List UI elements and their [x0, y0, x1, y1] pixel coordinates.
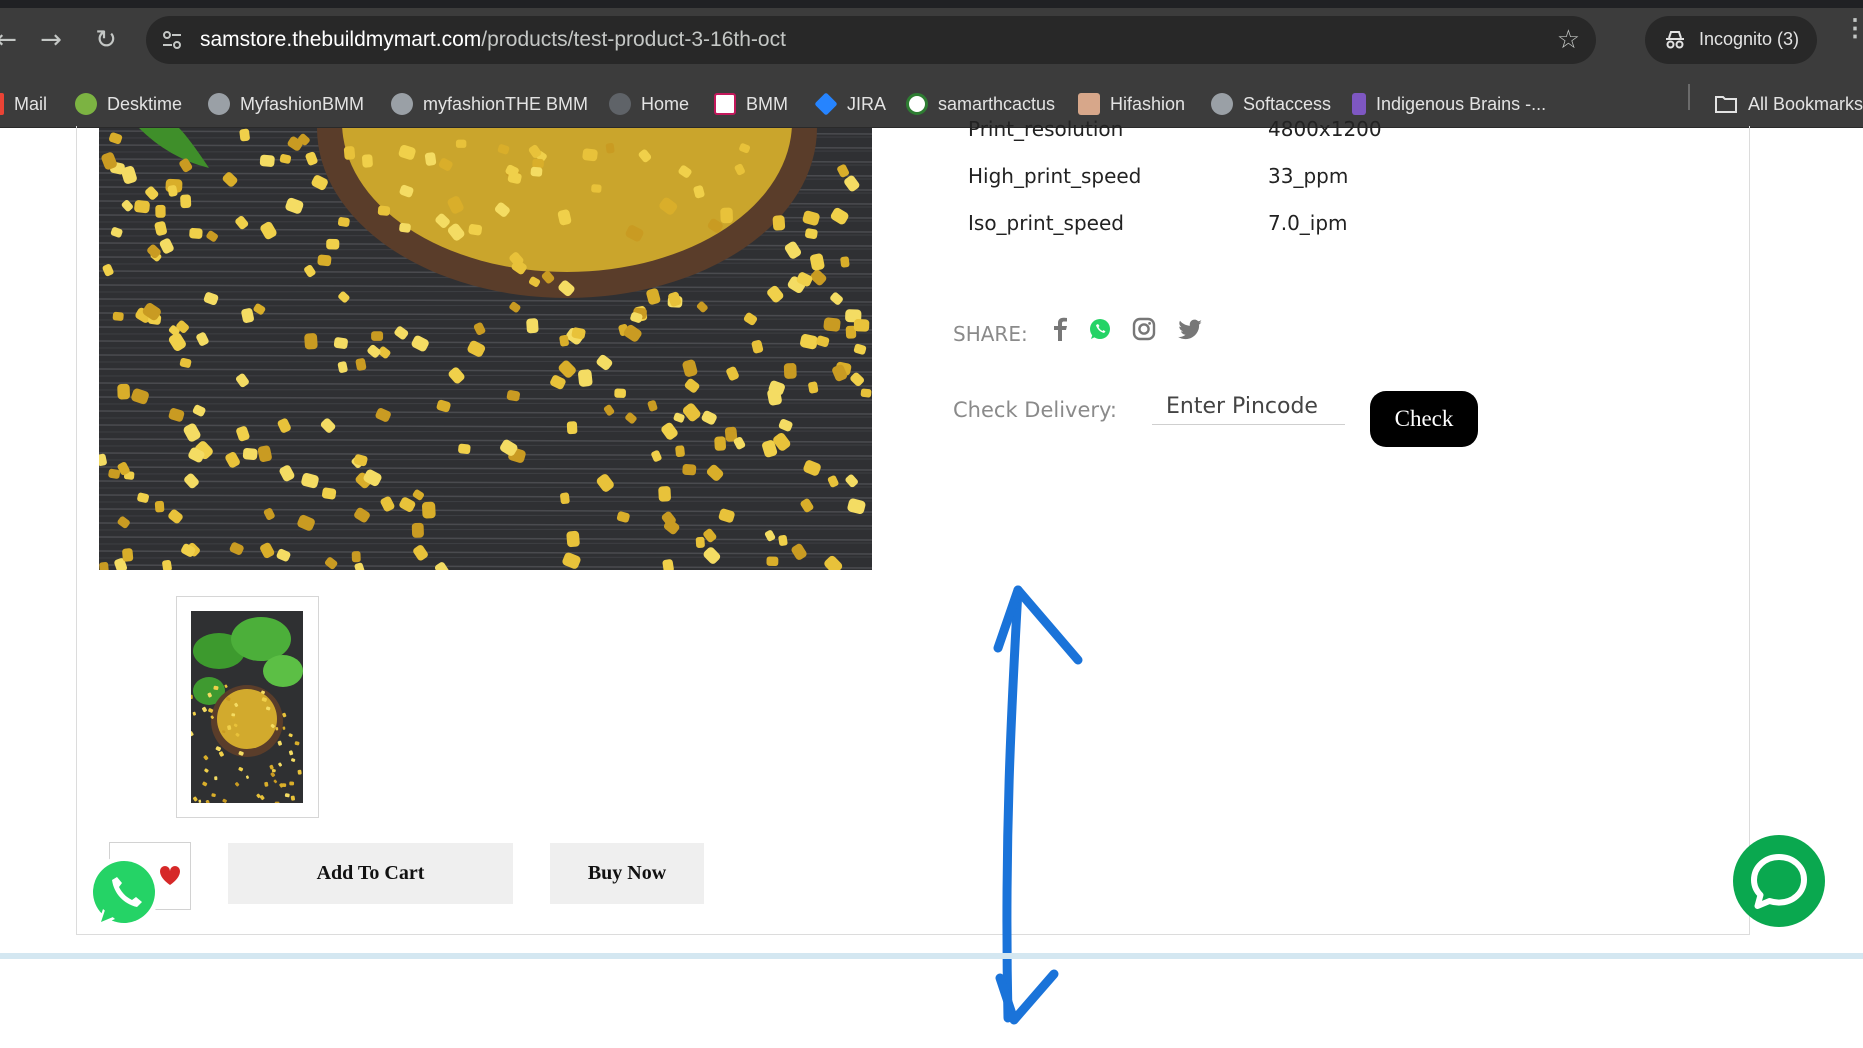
all-bookmarks-label: All Bookmarks	[1748, 93, 1863, 114]
desktime-icon	[75, 93, 97, 115]
bookmark-mail[interactable]: Mail	[0, 90, 47, 118]
live-chat-button[interactable]	[1733, 835, 1825, 927]
forward-arrow-icon[interactable]: →	[33, 22, 69, 58]
bookmark-label: Mail	[14, 93, 48, 114]
bookmark-desktime[interactable]: Desktime	[75, 90, 182, 118]
annotation-arrow	[993, 585, 1083, 1025]
site-settings-icon[interactable]	[160, 28, 184, 52]
incognito-label: Incognito (3)	[1699, 29, 1800, 49]
bookmark-softaccess[interactable]: Softaccess	[1211, 90, 1331, 118]
spec-key: Iso_print_speed	[968, 211, 1124, 235]
all-bookmarks[interactable]: All Bookmarks	[1714, 90, 1863, 118]
window-bottom-edge	[0, 953, 1863, 959]
bookmark-samarthcactus[interactable]: samarthcactus	[906, 90, 1055, 118]
bookmark-label: JIRA	[847, 93, 887, 114]
check-delivery-label: Check Delivery:	[953, 398, 1117, 422]
browser-toolbar: ← → ↻ samstore.thebuildmymart.com/produc…	[0, 0, 1863, 80]
tab-strip	[0, 0, 1863, 8]
spec-value: 4800x1200	[1268, 117, 1382, 141]
bookmark-label: samarthcactus	[938, 93, 1056, 114]
bookmark-indigenous-brains[interactable]: Indigenous Brains -...	[1352, 90, 1546, 118]
product-page: Print_resolution 4800x1200 High_print_sp…	[0, 117, 1863, 1025]
instagram-icon[interactable]	[1130, 315, 1158, 343]
spec-key: High_print_speed	[968, 164, 1142, 188]
whatsapp-float-button[interactable]	[83, 853, 165, 935]
share-label: SHARE:	[953, 322, 1028, 346]
globe-icon	[1211, 93, 1233, 115]
bookmark-label: Indigenous Brains -...	[1376, 93, 1547, 114]
browser-menu-icon[interactable]: ⋮	[1843, 17, 1863, 41]
thumbnail-image	[191, 611, 303, 803]
spec-key: Print_resolution	[968, 117, 1124, 141]
spec-value: 7.0_ipm	[1268, 211, 1348, 235]
bookmark-home[interactable]: Home	[609, 90, 689, 118]
spec-value: 33_ppm	[1268, 164, 1349, 188]
twitter-icon[interactable]	[1176, 315, 1204, 343]
mail-icon	[0, 93, 4, 115]
bookmark-hifashion[interactable]: Hifashion	[1078, 90, 1185, 118]
indigenous-brains-icon	[1352, 93, 1366, 115]
globe-icon	[208, 93, 230, 115]
incognito-indicator[interactable]: Incognito (3)	[1645, 16, 1817, 64]
url-path: /products/test-product-3-16th-oct	[481, 28, 786, 51]
chat-bubble-icon	[1751, 854, 1807, 909]
bookmark-label: Home	[641, 93, 690, 114]
bmm-icon	[714, 93, 736, 115]
bookmark-myfashionthebmm[interactable]: myfashionTHE BMM	[391, 90, 588, 118]
bookmark-label: BMM	[746, 93, 788, 114]
bookmark-label: Softaccess	[1243, 93, 1332, 114]
bookmark-label: MyfashionBMM	[240, 93, 365, 114]
url-host: samstore.thebuildmymart.com	[200, 28, 482, 51]
folder-icon	[1715, 96, 1737, 113]
bookmark-label: Desktime	[107, 93, 183, 114]
bookmark-label: Hifashion	[1110, 93, 1186, 114]
bookmark-myfashionbmm[interactable]: MyfashionBMM	[208, 90, 364, 118]
globe-icon	[609, 93, 631, 115]
bookmark-jira[interactable]: JIRA	[814, 90, 887, 118]
cactus-icon	[906, 93, 928, 115]
add-to-cart-button[interactable]: Add To Cart	[228, 843, 513, 904]
bookmark-bmm[interactable]: BMM	[714, 90, 788, 118]
incognito-icon	[1666, 31, 1684, 49]
whatsapp-icon	[88, 856, 160, 928]
bookmarks-divider	[1688, 84, 1690, 110]
facebook-icon[interactable]	[1046, 315, 1074, 343]
bookmark-label: myfashionTHE BMM	[423, 93, 589, 114]
check-delivery-button[interactable]: Check	[1370, 391, 1478, 447]
bookmarks-bar: Mail Desktime MyfashionBMM myfashionTHE …	[0, 80, 1863, 128]
jira-icon	[814, 92, 838, 116]
url-text[interactable]: samstore.thebuildmymart.com/products/tes…	[200, 28, 786, 52]
hifashion-icon	[1078, 93, 1100, 115]
whatsapp-icon[interactable]	[1086, 315, 1114, 343]
product-thumbnail[interactable]	[176, 596, 319, 818]
pincode-input[interactable]	[1152, 389, 1345, 425]
back-arrow-icon[interactable]: ←	[0, 22, 24, 58]
product-main-image[interactable]	[99, 128, 872, 570]
bookmark-star-icon[interactable]: ☆	[1557, 25, 1580, 55]
address-bar[interactable]: samstore.thebuildmymart.com/products/tes…	[146, 16, 1596, 64]
buy-now-button[interactable]: Buy Now	[550, 843, 704, 904]
reload-icon[interactable]: ↻	[88, 22, 124, 58]
globe-icon	[391, 93, 413, 115]
